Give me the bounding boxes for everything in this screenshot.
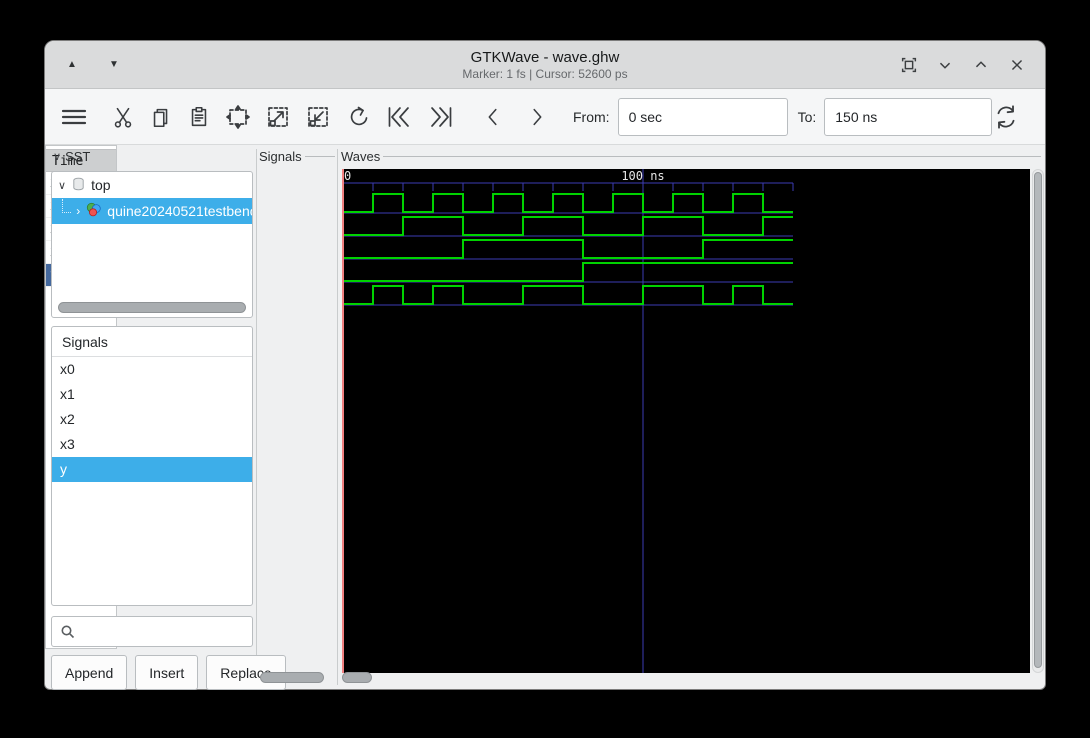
search-icon [61,625,75,638]
next-edge-icon[interactable] [525,102,549,132]
zoom-in-icon[interactable] [265,102,291,132]
maximize-icon[interactable] [969,53,993,77]
prev-edge-icon[interactable] [481,102,505,132]
sst-tree: ∨ top › quine20240521testbench [51,171,253,318]
splitter-right[interactable] [337,149,338,685]
menu-icon[interactable] [61,102,87,132]
tree-item-label: top [91,177,111,193]
gtkwave-window: ▲ ▼ GTKWave - wave.ghw Marker: 1 fs | Cu… [44,40,1046,690]
marker-cursor-status: Marker: 1 fs | Cursor: 52600 ps [462,66,628,81]
search-input[interactable] [76,617,252,646]
list-item[interactable]: x1 [52,382,252,407]
copy-icon[interactable] [149,102,173,132]
expander-down-icon[interactable]: ∨ [58,179,66,192]
restore-icon[interactable] [897,53,921,77]
waves-vertical-scrollbar[interactable] [1032,169,1044,673]
cut-icon[interactable] [111,102,135,132]
instance-icon [85,201,102,221]
from-label: From: [573,108,610,125]
toolbar: From: To: [45,89,1045,145]
to-input[interactable] [824,97,993,136]
splitter-left[interactable] [256,149,257,685]
skip-to-start-icon[interactable] [385,102,413,132]
tree-item-top[interactable]: ∨ top [52,172,252,198]
signal-search-field[interactable] [51,616,253,647]
wave-canvas[interactable]: 0 100 ns [342,169,1030,673]
from-input[interactable] [617,97,788,136]
to-label: To: [797,108,817,125]
tree-guide-line [62,199,72,213]
titlebar[interactable]: ▲ ▼ GTKWave - wave.ghw Marker: 1 fs | Cu… [45,41,1045,89]
sst-section-header[interactable]: ∨ SST [53,149,90,164]
list-item[interactable]: x3 [52,432,252,457]
paste-icon[interactable] [187,102,211,132]
tree-horizontal-scrollbar[interactable] [58,302,246,313]
reload-icon[interactable] [992,102,1020,132]
sst-label: SST [65,149,91,164]
values-horizontal-scrollbar[interactable] [260,672,324,683]
tree-item-label: quine20240521testbench [107,203,252,219]
window-title: GTKWave - wave.ghw [470,48,620,66]
frame-border [383,156,1041,157]
database-icon [71,176,86,195]
append-button[interactable]: Append [51,655,128,690]
chevron-down-icon: ∨ [53,151,62,163]
signal-list-header: Signals [52,327,252,357]
insert-button[interactable]: Insert [135,655,199,690]
undo-icon[interactable] [345,102,371,132]
list-item[interactable]: x2 [52,407,252,432]
svg-text:100 ns: 100 ns [621,169,664,183]
frame-border [304,156,335,157]
values-frame-label: Signals [259,149,302,164]
list-item[interactable]: y [52,457,252,482]
skip-to-end-icon[interactable] [427,102,455,132]
list-item[interactable]: x0 [52,357,252,382]
minimize-icon[interactable] [933,53,957,77]
scrollbar-thumb[interactable] [1034,172,1042,668]
zoom-out-icon[interactable] [305,102,331,132]
expander-right-icon[interactable]: › [76,204,80,218]
shade-down-icon[interactable]: ▼ [101,52,127,78]
content-area: ∨ SST ∨ top › quine20240521testbench Sig… [45,145,1045,690]
svg-text:0: 0 [344,169,351,183]
tree-item-testbench[interactable]: › quine20240521testbench [52,198,252,224]
waves-frame-label: Waves [341,149,381,164]
shade-up-icon[interactable]: ▲ [59,52,85,78]
close-icon[interactable] [1005,53,1029,77]
waves-horizontal-scrollbar[interactable] [342,672,372,683]
signal-search-list: Signals x0 x1 x2 x3 y [51,326,253,606]
zoom-fit-icon[interactable] [225,102,251,132]
